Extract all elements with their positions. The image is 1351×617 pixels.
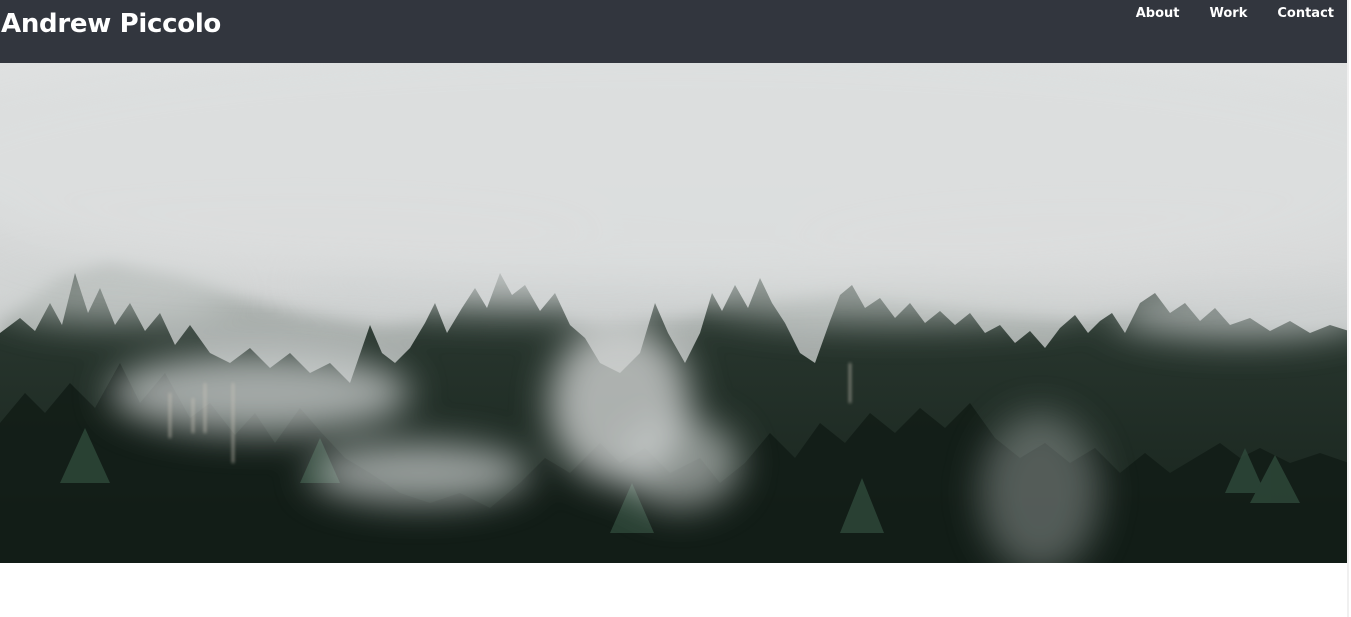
misty-forest-image	[0, 63, 1349, 563]
nav-link-work[interactable]: Work	[1209, 5, 1247, 23]
page: Andrew Piccolo About Work Contact	[0, 0, 1349, 617]
hero-image	[0, 63, 1349, 563]
site-header: Andrew Piccolo About Work Contact	[0, 0, 1349, 63]
scrollbar-track[interactable]	[1347, 0, 1349, 617]
nav-link-about[interactable]: About	[1136, 5, 1180, 23]
main-nav: About Work Contact	[1136, 5, 1334, 23]
site-title[interactable]: Andrew Piccolo	[1, 6, 221, 42]
nav-link-contact[interactable]: Contact	[1277, 5, 1334, 23]
